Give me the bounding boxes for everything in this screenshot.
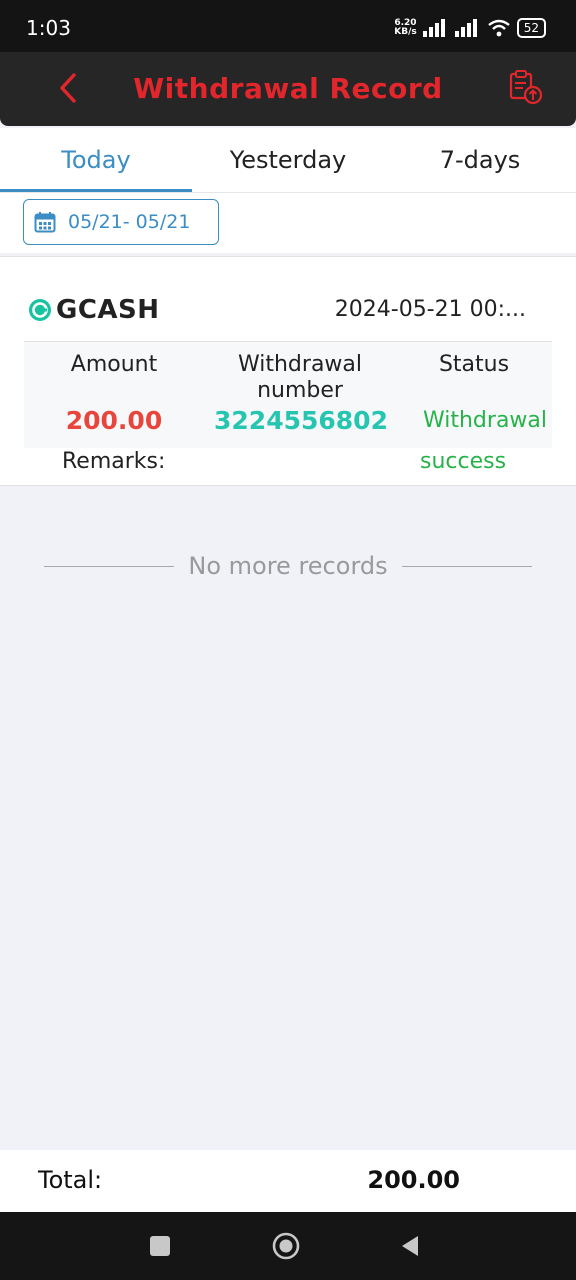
date-filter-bar: 05/21- 05/21 <box>0 193 576 253</box>
tab-bar: Today Yesterday 7-days <box>0 128 576 193</box>
app-header: Withdrawal Record <box>0 52 576 126</box>
active-tab-indicator <box>0 189 192 192</box>
record-datetime: 2024-05-21 00:... <box>334 297 526 322</box>
triangle-back-icon[interactable] <box>396 1232 424 1260</box>
status-time: 1:03 <box>26 16 71 40</box>
battery-indicator: 52 <box>516 18 546 38</box>
divider-right <box>401 565 533 567</box>
status-value: Withdrawal <box>422 408 548 433</box>
withdrawal-number-value: 3224556802 <box>214 406 388 435</box>
net-speed: 6.20 KB/s <box>394 18 417 37</box>
gcash-icon <box>29 299 51 321</box>
status-header: Status <box>438 352 510 377</box>
total-label: Total: <box>38 1166 103 1194</box>
status-bar: 1:03 6.20 KB/s 52 <box>0 0 576 52</box>
provider-name: GCASH <box>56 295 160 325</box>
status-icons: 6.20 KB/s 52 <box>394 16 546 40</box>
total-bar: Total: 200.00 <box>0 1150 576 1212</box>
record-details: Amount Withdrawal number Status 200.00 3… <box>24 341 552 448</box>
tab-7-days[interactable]: 7-days <box>384 128 576 192</box>
signal-icon-2 <box>454 19 477 37</box>
tab-yesterday[interactable]: Yesterday <box>192 128 384 192</box>
page-title: Withdrawal Record <box>133 72 443 105</box>
remarks-label: Remarks: <box>62 449 166 474</box>
circle-icon[interactable] <box>272 1232 300 1260</box>
no-more-text: No more records <box>188 552 388 580</box>
total-value: 200.00 <box>367 1166 460 1194</box>
status-value-line2: success <box>420 449 507 474</box>
gcash-logo: GCASH <box>28 295 160 325</box>
tab-today[interactable]: Today <box>0 128 192 192</box>
system-nav-bar <box>0 1212 576 1280</box>
signal-icon <box>422 19 445 37</box>
withdrawal-record-card[interactable]: GCASH 2024-05-21 00:... Amount Withdrawa… <box>0 256 576 486</box>
calendar-icon <box>34 212 56 233</box>
wifi-icon <box>487 19 510 37</box>
date-range-picker[interactable]: 05/21- 05/21 <box>23 199 219 245</box>
amount-value: 200.00 <box>65 406 163 435</box>
clipboard-upload-icon[interactable] <box>506 68 544 106</box>
square-icon[interactable] <box>146 1232 174 1260</box>
divider-left <box>44 565 175 567</box>
amount-header: Amount <box>70 352 158 377</box>
date-range-text: 05/21- 05/21 <box>68 211 191 233</box>
withdrawal-number-header: Withdrawal number <box>237 352 363 403</box>
no-more-records: No more records <box>44 548 533 584</box>
